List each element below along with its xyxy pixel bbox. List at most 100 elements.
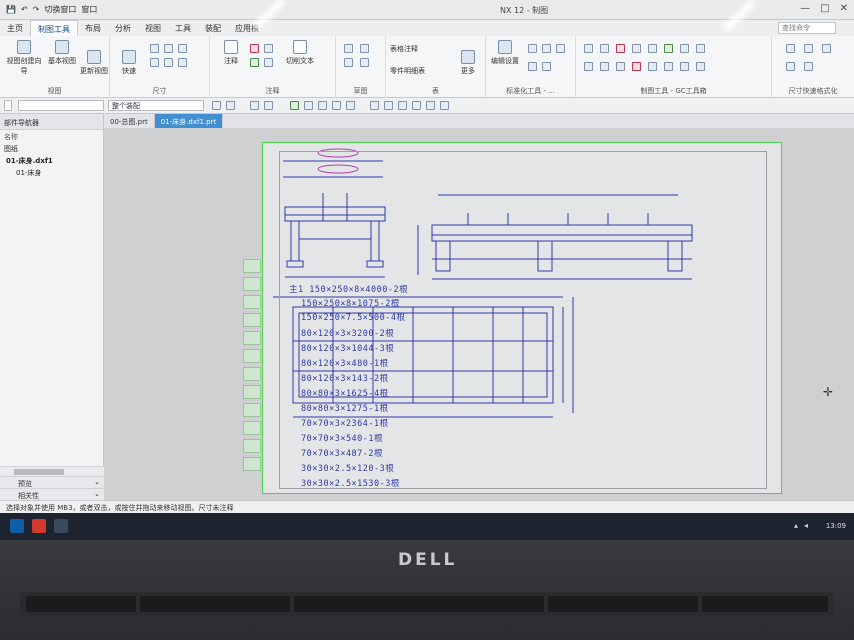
snap-point-icon[interactable]	[426, 101, 435, 110]
gc-tool-icon[interactable]	[648, 44, 657, 53]
nx-app-icon[interactable]	[32, 519, 46, 533]
datum-icon[interactable]	[264, 44, 273, 53]
doc-tab-bed-drawing[interactable]: 01-床身.dxf1.prt	[154, 114, 224, 128]
minimize-button[interactable]: —	[800, 3, 810, 14]
snap-point-icon[interactable]	[318, 101, 327, 110]
network-icon[interactable]: ▴	[794, 521, 798, 530]
tab-layout[interactable]: 布局	[78, 20, 108, 36]
navigator-node-sheet[interactable]: 01-床身	[0, 166, 103, 178]
snap-point-icon[interactable]	[384, 101, 393, 110]
gc-tool-icon[interactable]	[600, 44, 609, 53]
selection-scope-dropdown[interactable]: 整个装配	[108, 100, 204, 111]
bom-line[interactable]: 70×70×3×540-1根	[301, 432, 383, 444]
snap-icon[interactable]	[264, 101, 273, 110]
std-tool-icon[interactable]	[542, 44, 551, 53]
circle-icon[interactable]	[344, 58, 353, 67]
gc-tool-icon[interactable]	[696, 62, 705, 71]
undo-icon[interactable]: ↶	[21, 5, 28, 14]
preview-panel-toggle[interactable]: 预览 ⌄	[0, 476, 104, 488]
snap-point-icon[interactable]	[398, 101, 407, 110]
std-tool-icon[interactable]	[556, 44, 565, 53]
format-tool-icon[interactable]	[822, 44, 831, 53]
command-search-input[interactable]	[778, 22, 836, 34]
update-view-button[interactable]: 更新视图	[80, 50, 108, 76]
snap-point-icon[interactable]	[370, 101, 379, 110]
rapid-dimension-button[interactable]: 快速	[116, 50, 142, 76]
parts-list-button[interactable]: 零件明细表	[390, 66, 442, 76]
bom-line[interactable]: 30×30×2.5×120-3根	[301, 462, 394, 474]
gc-tool-icon[interactable]	[616, 62, 625, 71]
surface-finish-icon[interactable]	[250, 58, 259, 67]
snap-point-icon[interactable]	[440, 101, 449, 110]
navigator-scrollbar[interactable]	[0, 466, 104, 476]
gc-tool-icon[interactable]	[648, 62, 657, 71]
doc-tab-assembly[interactable]: 00-总图.prt	[104, 114, 155, 128]
close-button[interactable]: ✕	[840, 3, 848, 14]
tab-view[interactable]: 视图	[138, 20, 168, 36]
edit-settings-button[interactable]: 编辑设置	[490, 40, 520, 66]
view-wizard-button[interactable]: 视图创建向导	[6, 40, 42, 76]
bom-line[interactable]: 80×80×3×1625-4根	[301, 387, 389, 399]
gc-tool-icon[interactable]	[664, 62, 673, 71]
arc-icon[interactable]	[360, 44, 369, 53]
type-filter-dropdown[interactable]	[18, 100, 104, 111]
bom-line[interactable]: 主1 150×250×8×4000-2根	[289, 283, 408, 295]
gc-tool-icon[interactable]	[584, 44, 593, 53]
radial-dim-icon[interactable]	[164, 44, 173, 53]
snap-icon[interactable]	[250, 101, 259, 110]
tab-analysis[interactable]: 分析	[108, 20, 138, 36]
save-icon[interactable]: 💾	[6, 5, 16, 14]
gc-tool-icon[interactable]	[632, 62, 641, 71]
cut-text-button[interactable]: 切削文本	[284, 40, 316, 66]
tab-assembly[interactable]: 装配	[198, 20, 228, 36]
gc-tool-icon[interactable]	[600, 62, 609, 71]
scrollbar-thumb[interactable]	[14, 469, 64, 475]
bom-line[interactable]: 80×120×3×480-1根	[301, 357, 389, 369]
snap-point-icon[interactable]	[412, 101, 421, 110]
maximize-button[interactable]: □	[820, 3, 829, 14]
filter-icon[interactable]	[226, 101, 235, 110]
std-tool-icon[interactable]	[528, 44, 537, 53]
snap-point-icon[interactable]	[290, 101, 299, 110]
tab-tools[interactable]: 工具	[168, 20, 198, 36]
format-tool-icon[interactable]	[804, 44, 813, 53]
thickness-dim-icon[interactable]	[164, 58, 173, 67]
bom-line[interactable]: 150×250×7.5×500-4根	[301, 311, 406, 323]
snap-point-icon[interactable]	[346, 101, 355, 110]
weld-symbol-icon[interactable]	[264, 58, 273, 67]
volume-icon[interactable]: ◂	[804, 521, 808, 530]
point-icon[interactable]	[360, 58, 369, 67]
arc-length-icon[interactable]	[178, 58, 187, 67]
format-tool-icon[interactable]	[786, 62, 795, 71]
feature-control-icon[interactable]	[250, 44, 259, 53]
menu-dropdown[interactable]	[4, 100, 12, 111]
line-icon[interactable]	[344, 44, 353, 53]
switch-window-button[interactable]: 切换窗口	[44, 4, 76, 15]
snap-point-icon[interactable]	[304, 101, 313, 110]
chamfer-dim-icon[interactable]	[150, 58, 159, 67]
gc-tool-icon[interactable]	[616, 44, 625, 53]
linear-dim-icon[interactable]	[150, 44, 159, 53]
gc-tool-icon[interactable]	[680, 44, 689, 53]
bom-line[interactable]: 80×120×3×143-2根	[301, 372, 389, 384]
start-icon[interactable]	[10, 519, 24, 533]
tabular-note-button[interactable]: 表格注释	[390, 44, 442, 54]
more-button[interactable]: 更多	[456, 50, 480, 76]
navigator-node-sheet-file[interactable]: 01-床身.dxf1	[0, 154, 103, 166]
angular-dim-icon[interactable]	[178, 44, 187, 53]
bom-line[interactable]: 80×80×3×1275-1根	[301, 402, 389, 414]
bom-line[interactable]: 30×30×2.5×1530-3根	[301, 477, 400, 489]
gc-tool-icon[interactable]	[632, 44, 641, 53]
gc-tool-icon[interactable]	[584, 62, 593, 71]
redo-icon[interactable]: ↷	[33, 5, 40, 14]
base-view-button[interactable]: 基本视图	[48, 40, 76, 66]
format-tool-icon[interactable]	[786, 44, 795, 53]
taskbar-clock[interactable]: 13:09	[826, 522, 846, 530]
std-tool-icon[interactable]	[542, 62, 551, 71]
bom-line[interactable]: 150×250×8×1075-2根	[301, 297, 400, 309]
bom-line[interactable]: 80×120×3×1044-3根	[301, 342, 394, 354]
taskbar-app-icon[interactable]	[54, 519, 68, 533]
navigator-node-sheets[interactable]: 图纸	[0, 142, 103, 154]
gc-tool-icon[interactable]	[696, 44, 705, 53]
tab-home[interactable]: 主页	[0, 20, 30, 36]
